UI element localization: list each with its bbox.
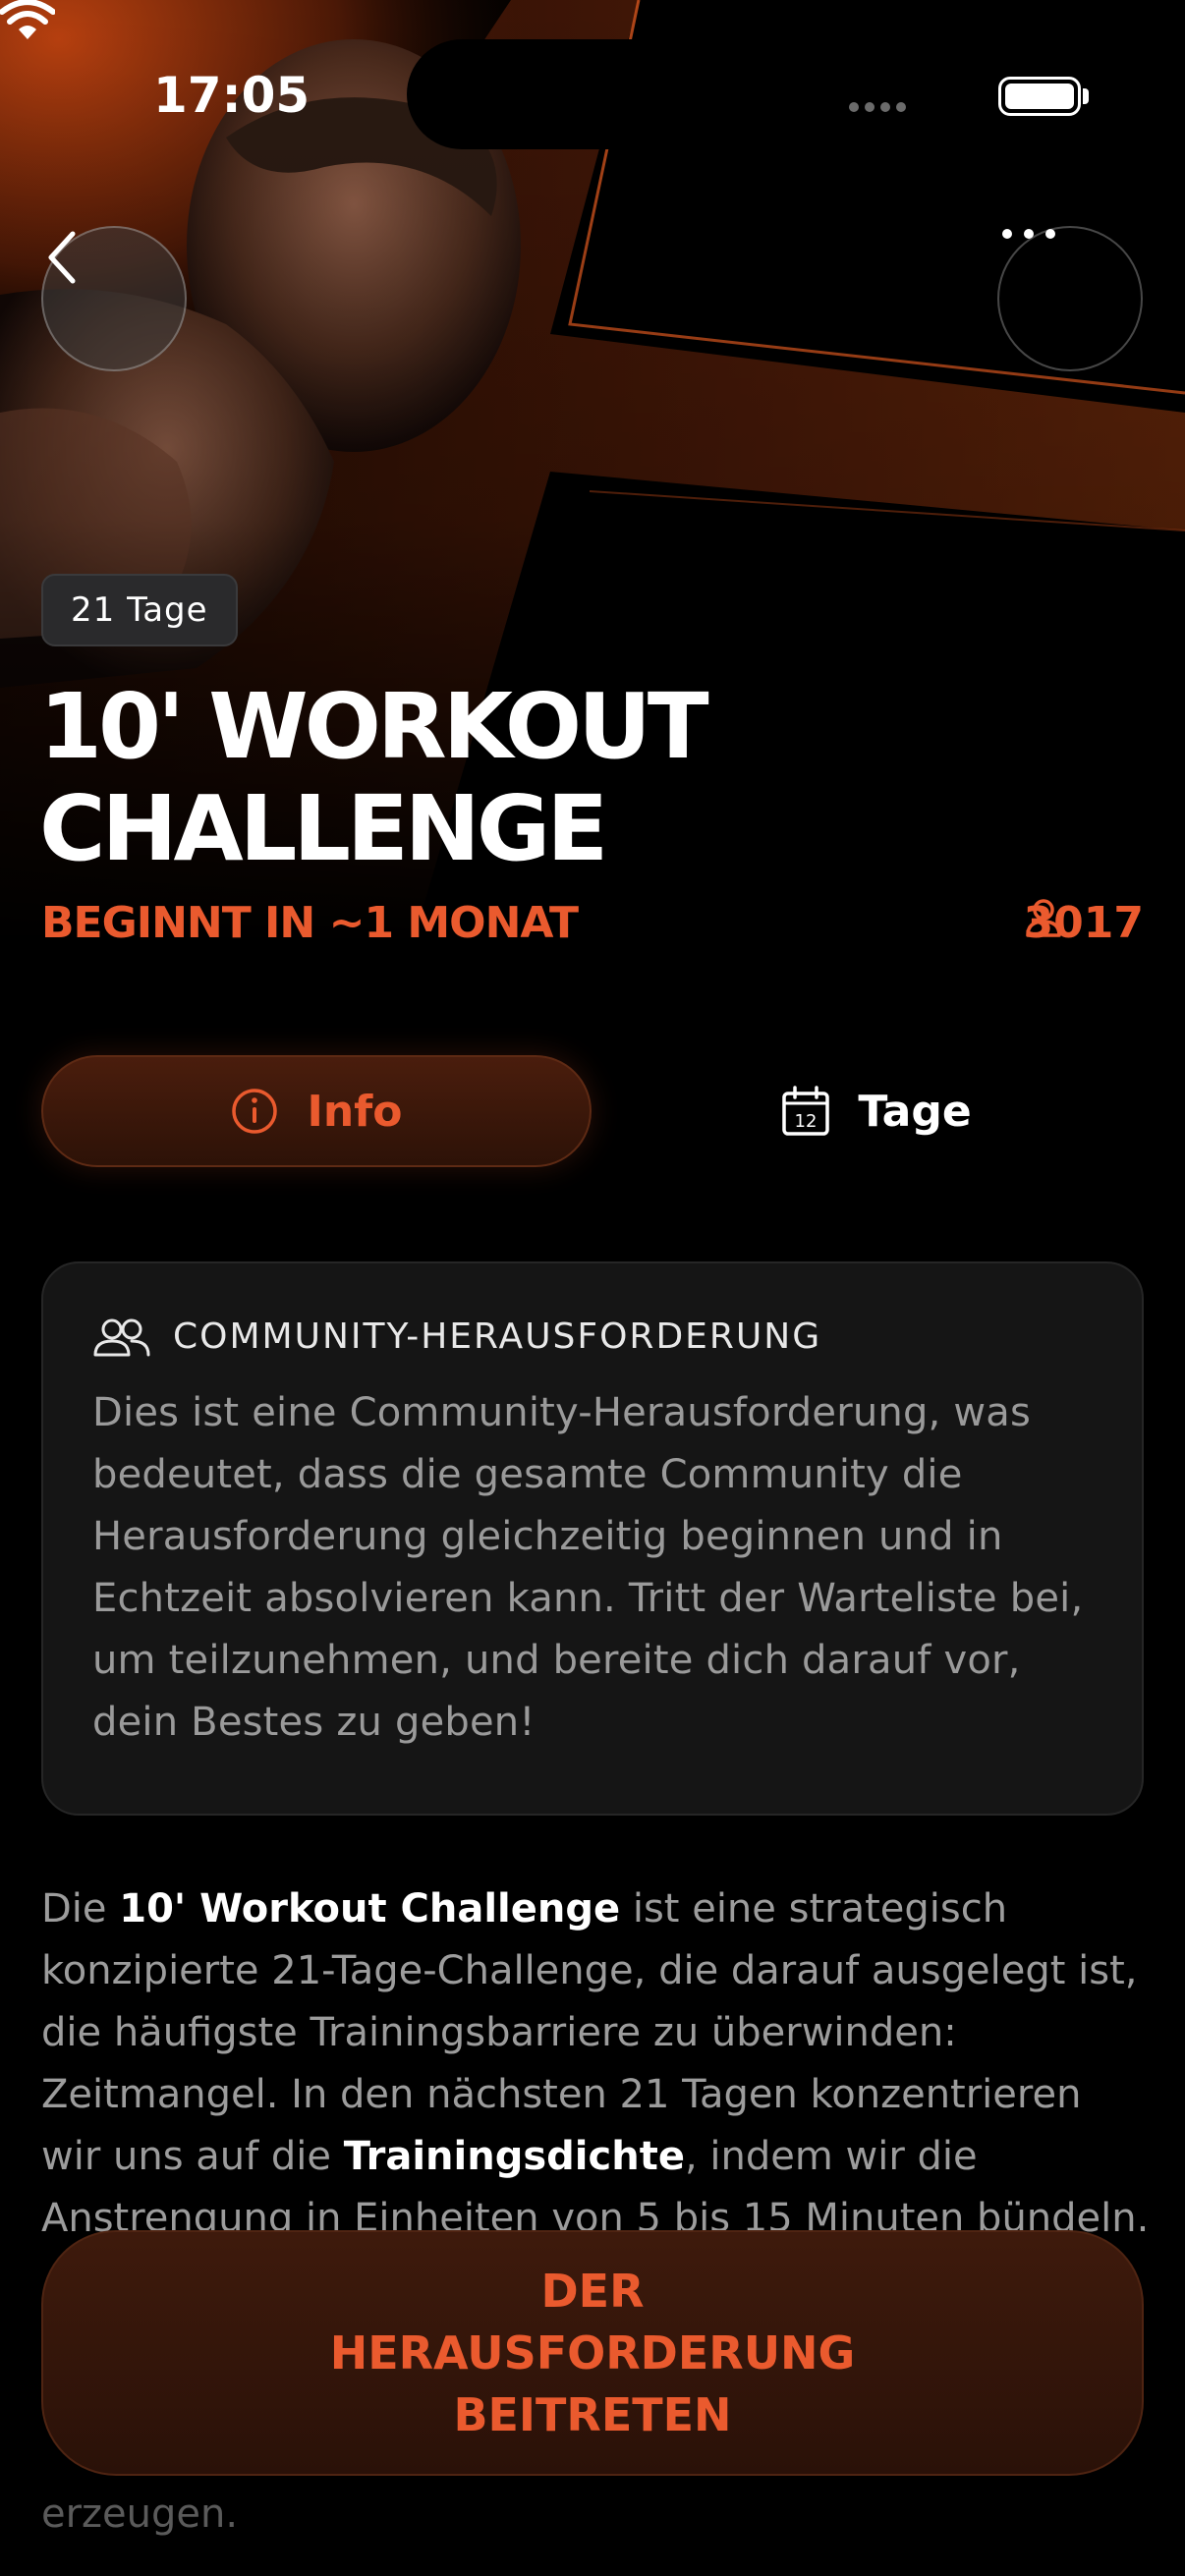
desc-tail: erzeugen.	[41, 2492, 239, 2537]
wifi-icon	[0, 0, 55, 39]
desc-bold-density: Trainingsdichte	[343, 2134, 685, 2179]
more-options-button[interactable]	[997, 226, 1143, 371]
info-icon	[232, 1089, 278, 1134]
challenge-title: 10' WORKOUT CHALLENGE	[39, 674, 709, 881]
hero-section: 17:05 21 Tage 10' WORKOUT CHALLENGE BEGI…	[0, 0, 1185, 943]
join-challenge-label: DER HERAUSFORDERUNG BEITRETEN	[329, 2264, 856, 2441]
dynamic-island	[407, 39, 774, 149]
tab-days-label: Tage	[858, 1086, 972, 1137]
card-title: COMMUNITY-HERAUSFORDERUNG	[173, 1316, 822, 1357]
tab-days[interactable]: 12 Tage	[609, 1055, 1144, 1167]
card-header: COMMUNITY-HERAUSFORDERUNG	[92, 1316, 1093, 1357]
chevron-left-icon	[48, 231, 76, 284]
calendar-day: 12	[795, 1111, 818, 1132]
cellular-signal-icon	[849, 102, 906, 112]
community-info-card: COMMUNITY-HERAUSFORDERUNG Dies ist eine …	[41, 1261, 1144, 1816]
card-body: Dies ist eine Community-Herausforderung,…	[92, 1390, 1084, 1745]
challenge-description: Die 10' Workout Challenge ist eine strat…	[41, 1878, 1152, 2250]
desc-text-1: Die	[41, 1886, 120, 1932]
duration-badge: 21 Tage	[41, 574, 238, 646]
participant-count: 3017	[1024, 898, 1144, 943]
user-icon	[1025, 899, 1061, 937]
join-challenge-button[interactable]: DER HERAUSFORDERUNG BEITRETEN	[41, 2230, 1144, 2476]
back-button[interactable]	[41, 226, 187, 371]
battery-icon	[998, 77, 1081, 116]
ellipsis-icon	[1002, 229, 1055, 239]
battery-tip	[1083, 88, 1089, 104]
calendar-icon: 12	[782, 1086, 830, 1136]
users-icon	[93, 1318, 150, 1356]
status-time: 17:05	[153, 67, 310, 124]
tab-info-label: Info	[307, 1086, 403, 1137]
start-countdown: BEGINNT IN ~1 MONAT	[41, 898, 579, 943]
desc-bold-challenge-name: 10' Workout Challenge	[119, 1886, 621, 1932]
tab-info[interactable]: Info	[41, 1055, 592, 1167]
